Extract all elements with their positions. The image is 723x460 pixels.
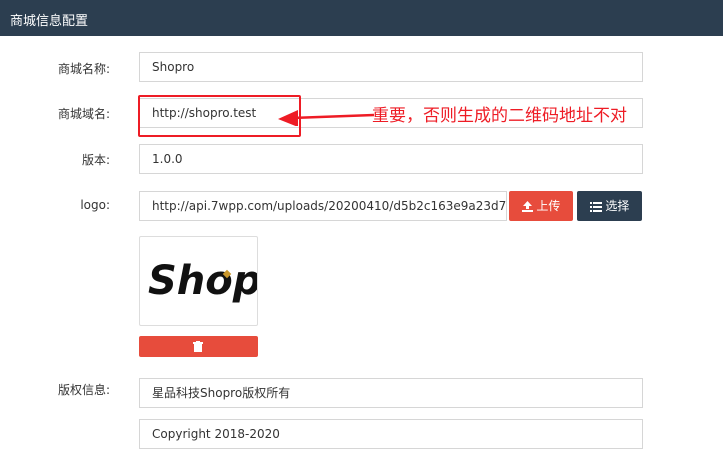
logo-text: Shopro: [148, 258, 257, 304]
trash-icon: [193, 341, 203, 352]
copyright-input-1[interactable]: 星品科技Shopro版权所有: [139, 378, 643, 408]
annotation-arrow-icon: [278, 110, 375, 126]
logo-preview: Shopro: [139, 236, 258, 326]
version-input[interactable]: 1.0.0: [139, 144, 643, 174]
shop-domain-label: 商城域名:: [57, 107, 110, 121]
upload-icon: [521, 201, 533, 212]
select-button-label: 选择: [605, 199, 630, 213]
logo-label: logo:: [80, 198, 110, 212]
upload-button[interactable]: 上传: [509, 191, 573, 221]
list-icon: [589, 201, 602, 212]
copyright-input-2[interactable]: Copyright 2018-2020: [139, 419, 643, 449]
annotation-text: 重要，否则生成的二维码地址不对: [372, 106, 627, 126]
logo-url-input[interactable]: http://api.7wpp.com/uploads/20200410/d5b…: [139, 191, 507, 221]
page-header: 商城信息配置: [0, 0, 723, 36]
shop-name-label: 商城名称:: [57, 62, 110, 76]
page-title: 商城信息配置: [10, 14, 89, 29]
shopro-logo: Shopro: [148, 258, 257, 304]
copyright-label: 版权信息:: [57, 383, 110, 397]
upload-button-label: 上传: [536, 199, 561, 213]
version-label: 版本:: [81, 153, 110, 167]
delete-logo-button[interactable]: [139, 336, 258, 357]
select-button[interactable]: 选择: [577, 191, 642, 221]
shop-name-input[interactable]: Shopro: [139, 52, 643, 82]
